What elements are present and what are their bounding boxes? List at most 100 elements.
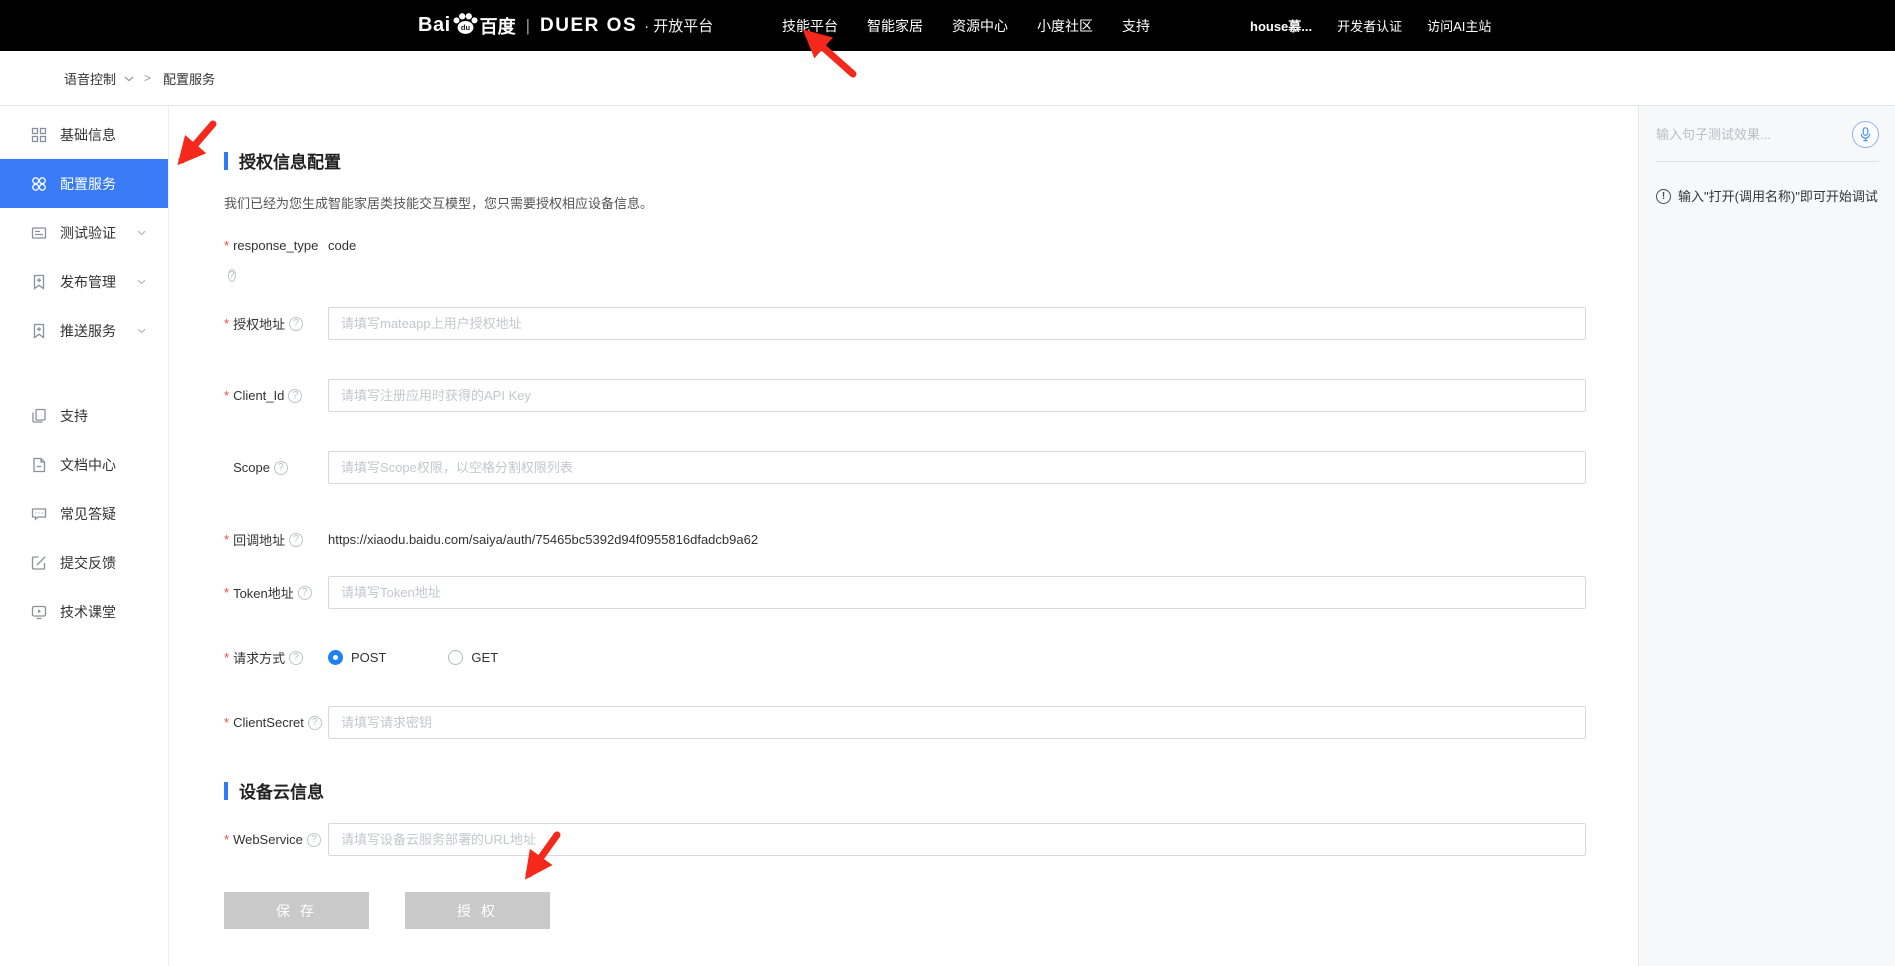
section-title: 设备云信息 (239, 778, 324, 803)
video-classroom-icon (31, 604, 47, 620)
auth-url-input[interactable] (328, 307, 1586, 340)
edit-pen-icon (31, 555, 47, 571)
field-scope: * Scope ? (224, 451, 1638, 484)
username-menu[interactable]: house慕... (1250, 16, 1312, 35)
sidebar-item-faq[interactable]: 常见答疑 (0, 489, 168, 538)
breadcrumb-separator: > (144, 71, 151, 85)
nav-xiaodu-community[interactable]: 小度社区 (1037, 16, 1093, 36)
webservice-input[interactable] (328, 823, 1586, 856)
test-sentence-row (1656, 121, 1879, 162)
required-asterisk: * (224, 585, 229, 600)
help-icon[interactable]: ? (289, 533, 303, 547)
sidebar-item-publish-manage[interactable]: 发布管理 (0, 257, 168, 306)
field-label: * Token地址 ? (224, 583, 328, 602)
field-callback-url: * 回调地址 ? https://xiaodu.baidu.com/saiya/… (224, 523, 1638, 556)
sidebar-item-doc-center[interactable]: 文档中心 (0, 440, 168, 489)
baidu-dueros-logo[interactable]: Bai du 百度 | DUER OS · 开放平台 (418, 0, 713, 51)
sidebar-item-label: 发布管理 (60, 272, 116, 292)
field-webservice: * WebService ? (224, 823, 1638, 856)
scope-input[interactable] (328, 451, 1586, 484)
sidebar-item-feedback[interactable]: 提交反馈 (0, 538, 168, 587)
test-sentence-input[interactable] (1656, 127, 1836, 142)
radio-selected-icon (328, 650, 343, 665)
chevron-down-icon[interactable] (124, 76, 134, 82)
help-icon[interactable]: ? (289, 651, 303, 665)
response-type-value: code (328, 238, 356, 253)
top-navigation-bar: Bai du 百度 | DUER OS · 开放平台 技能平台 智能家居 资源中… (0, 0, 1895, 51)
sidebar-item-tech-class[interactable]: 技术课堂 (0, 587, 168, 636)
test-card-icon (31, 225, 47, 241)
field-client-id: * Client_Id ? (224, 379, 1638, 412)
nav-support[interactable]: 支持 (1122, 16, 1150, 36)
field-label: * ClientSecret ? (224, 715, 328, 730)
request-method-radios: POST GET (328, 650, 498, 665)
nav-skill-platform[interactable]: 技能平台 (782, 16, 838, 36)
sidebar-item-test-verify[interactable]: 测试验证 (0, 208, 168, 257)
save-button[interactable]: 保 存 (224, 892, 369, 929)
developer-cert-link[interactable]: 开发者认证 (1337, 16, 1402, 35)
field-label: * Client_Id ? (224, 388, 328, 403)
client-id-input[interactable] (328, 379, 1586, 412)
radio-get[interactable]: GET (448, 650, 498, 665)
breadcrumb: 语音控制 > 配置服务 (0, 51, 1895, 106)
required-asterisk: * (224, 238, 229, 253)
help-icon[interactable]: ? (228, 269, 236, 282)
token-url-input[interactable] (328, 576, 1586, 609)
field-label: * response_type (224, 238, 328, 253)
nav-smart-home[interactable]: 智能家居 (867, 16, 923, 36)
chevron-down-icon (137, 279, 146, 285)
info-icon: ! (1656, 189, 1671, 204)
help-icon[interactable]: ? (308, 716, 322, 730)
help-icon[interactable]: ? (289, 317, 303, 331)
field-response-type: * response_type code (224, 238, 1638, 253)
section-title: 授权信息配置 (239, 148, 341, 173)
microphone-button[interactable] (1852, 121, 1879, 148)
logo-divider: | (526, 16, 530, 36)
sidebar-group-gap (0, 355, 168, 391)
required-asterisk: * (224, 532, 229, 547)
auth-section-description: 我们已经为您生成智能家居类技能交互模型，您只需要授权相应设备信息。 (224, 193, 1638, 212)
form-actions: 保 存 授 权 (224, 892, 1638, 929)
help-icon[interactable]: ? (274, 461, 288, 475)
microphone-icon (1859, 127, 1872, 142)
sidebar-item-label: 文档中心 (60, 455, 116, 475)
field-label: * 回调地址 ? (224, 530, 328, 549)
sidebar-item-basic-info[interactable]: 基础信息 (0, 110, 168, 159)
callback-url-value: https://xiaodu.baidu.com/saiya/auth/7546… (328, 532, 758, 547)
auth-section-header: 授权信息配置 (224, 148, 1638, 173)
debug-test-panel: ! 输入"打开(调用名称)"即可开始调试 (1638, 106, 1895, 966)
sidebar-item-push-service[interactable]: 推送服务 (0, 306, 168, 355)
client-secret-input[interactable] (328, 706, 1586, 739)
debug-hint-text: 输入"打开(调用名称)"即可开始调试 (1678, 189, 1878, 205)
sidebar-item-label: 配置服务 (60, 174, 116, 194)
field-label: * 请求方式 ? (224, 648, 328, 667)
sidebar-item-label: 测试验证 (60, 223, 116, 243)
field-client-secret: * ClientSecret ? (224, 706, 1638, 739)
chat-bubble-icon (31, 506, 47, 522)
debug-hint: ! 输入"打开(调用名称)"即可开始调试 (1656, 189, 1879, 205)
chevron-down-icon (137, 230, 146, 236)
breadcrumb-parent[interactable]: 语音控制 (64, 69, 116, 88)
response-type-help-row: ? (224, 265, 1638, 281)
field-label: * 授权地址 ? (224, 314, 328, 333)
visit-ai-site-link[interactable]: 访问AI主站 (1427, 16, 1491, 35)
radio-post[interactable]: POST (328, 650, 386, 665)
field-request-method: * 请求方式 ? POST GET (224, 648, 1638, 667)
help-icon[interactable]: ? (288, 389, 302, 403)
sidebar-item-config-service[interactable]: 配置服务 (0, 159, 168, 208)
config-service-form: 授权信息配置 我们已经为您生成智能家居类技能交互模型，您只需要授权相应设备信息。… (169, 106, 1638, 966)
field-token-url: * Token地址 ? (224, 576, 1638, 609)
sidebar-item-label: 推送服务 (60, 321, 116, 341)
help-icon[interactable]: ? (307, 833, 321, 847)
field-auth-url: * 授权地址 ? (224, 307, 1638, 340)
breadcrumb-current: 配置服务 (163, 69, 215, 88)
sidebar-item-support[interactable]: 支持 (0, 391, 168, 440)
help-icon[interactable]: ? (298, 586, 312, 600)
radio-unselected-icon (448, 650, 463, 665)
sidebar: 基础信息 配置服务 测试验证 发布管理 推送服务 支持 文档中心 (0, 106, 169, 966)
authorize-button[interactable]: 授 权 (405, 892, 550, 929)
required-asterisk: * (224, 316, 229, 331)
nav-resource-center[interactable]: 资源中心 (952, 16, 1008, 36)
chevron-down-icon (137, 328, 146, 334)
svg-text:du: du (461, 23, 471, 32)
